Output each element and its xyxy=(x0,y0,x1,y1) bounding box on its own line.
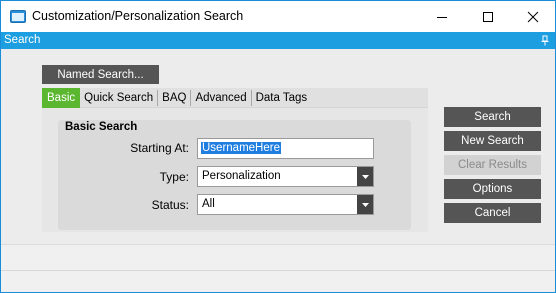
footer-area xyxy=(1,245,555,292)
search-window: Customization/Personalization Search Sea… xyxy=(0,0,556,293)
cancel-button[interactable]: Cancel xyxy=(444,203,541,223)
options-button[interactable]: Options xyxy=(444,179,541,199)
starting-at-input[interactable]: UsernameHere xyxy=(197,138,374,159)
search-strip-label: Search xyxy=(4,34,41,46)
tab-data-tags[interactable]: Data Tags xyxy=(252,90,312,106)
close-button[interactable] xyxy=(510,1,556,32)
chevron-down-icon xyxy=(361,174,369,179)
named-search-button[interactable]: Named Search... xyxy=(42,65,159,84)
status-dropdown-button[interactable] xyxy=(357,195,373,214)
minimize-icon xyxy=(437,16,447,18)
search-button[interactable]: Search xyxy=(444,107,541,127)
maximize-button[interactable] xyxy=(465,1,511,32)
title-bar[interactable]: Customization/Personalization Search xyxy=(1,1,555,32)
clear-results-button[interactable]: Clear Results xyxy=(444,155,541,175)
type-dropdown-button[interactable] xyxy=(357,167,373,186)
minimize-button[interactable] xyxy=(419,1,465,32)
status-value: All xyxy=(202,198,215,210)
chevron-down-icon xyxy=(361,202,369,207)
search-tabs: Basic Quick Search BAQ Advanced Data Tag… xyxy=(42,88,428,108)
starting-at-label: Starting At: xyxy=(130,141,189,155)
pin-icon[interactable] xyxy=(540,35,550,46)
tab-basic[interactable]: Basic xyxy=(42,88,81,108)
search-header-strip: Search xyxy=(1,32,555,49)
status-select[interactable]: All xyxy=(197,194,374,215)
maximize-icon xyxy=(483,11,493,22)
close-icon xyxy=(527,11,539,22)
type-label: Type: xyxy=(159,170,189,184)
status-label: Status: xyxy=(151,198,189,212)
window-title: Customization/Personalization Search xyxy=(32,9,244,23)
new-search-button[interactable]: New Search xyxy=(444,131,541,151)
type-select[interactable]: Personalization xyxy=(197,166,374,187)
tab-baq[interactable]: BAQ xyxy=(158,90,192,106)
divider xyxy=(1,270,555,271)
starting-at-value: UsernameHere xyxy=(201,142,281,154)
tab-advanced[interactable]: Advanced xyxy=(191,90,252,106)
basic-search-title: Basic Search xyxy=(65,121,138,133)
app-window-icon xyxy=(10,10,26,23)
type-value: Personalization xyxy=(202,170,281,182)
tab-quick-search[interactable]: Quick Search xyxy=(80,90,159,106)
